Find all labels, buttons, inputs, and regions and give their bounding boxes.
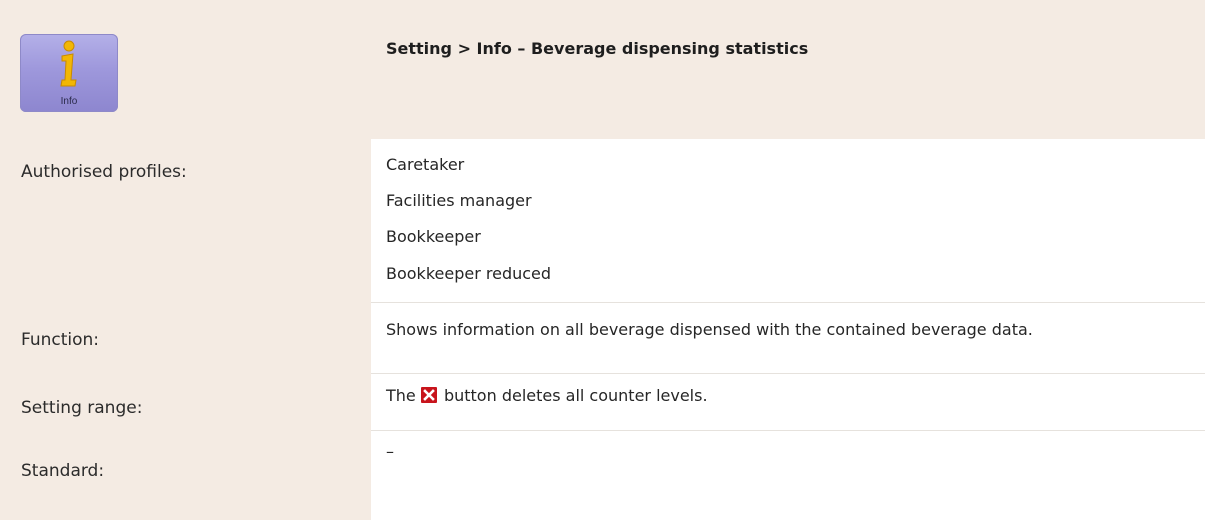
row-divider: [371, 430, 1205, 431]
setting-range-text-after: button deletes all counter levels.: [443, 386, 708, 405]
profile-bookkeeper-reduced: Bookkeeper reduced: [386, 264, 552, 283]
function-label: Function:: [21, 330, 100, 350]
info-icon-caption: Info: [60, 96, 78, 107]
profile-facilities-manager: Facilities manager: [386, 191, 532, 210]
page: Info Setting > Info – Beverage dispensin…: [0, 0, 1205, 520]
standard-value: –: [386, 442, 394, 461]
profile-caretaker: Caretaker: [386, 155, 465, 174]
page-title: Setting > Info – Beverage dispensing sta…: [386, 39, 809, 58]
info-glyph: [60, 40, 77, 87]
profile-bookkeeper: Bookkeeper: [386, 227, 481, 246]
header-band: Info Setting > Info – Beverage dispensin…: [0, 0, 1205, 139]
delete-icon: [420, 387, 437, 403]
standard-label: Standard:: [21, 461, 105, 481]
info-icon: Info: [20, 34, 118, 112]
row-divider: [371, 373, 1205, 374]
function-text: Shows information on all beverage dispen…: [386, 320, 1033, 339]
row-divider: [371, 302, 1205, 303]
setting-range-label: Setting range:: [21, 398, 143, 418]
setting-range-text: The button deletes all counter levels.: [386, 384, 708, 408]
authorised-profiles-label: Authorised profiles:: [21, 162, 187, 182]
setting-range-text-before: The: [386, 386, 416, 405]
